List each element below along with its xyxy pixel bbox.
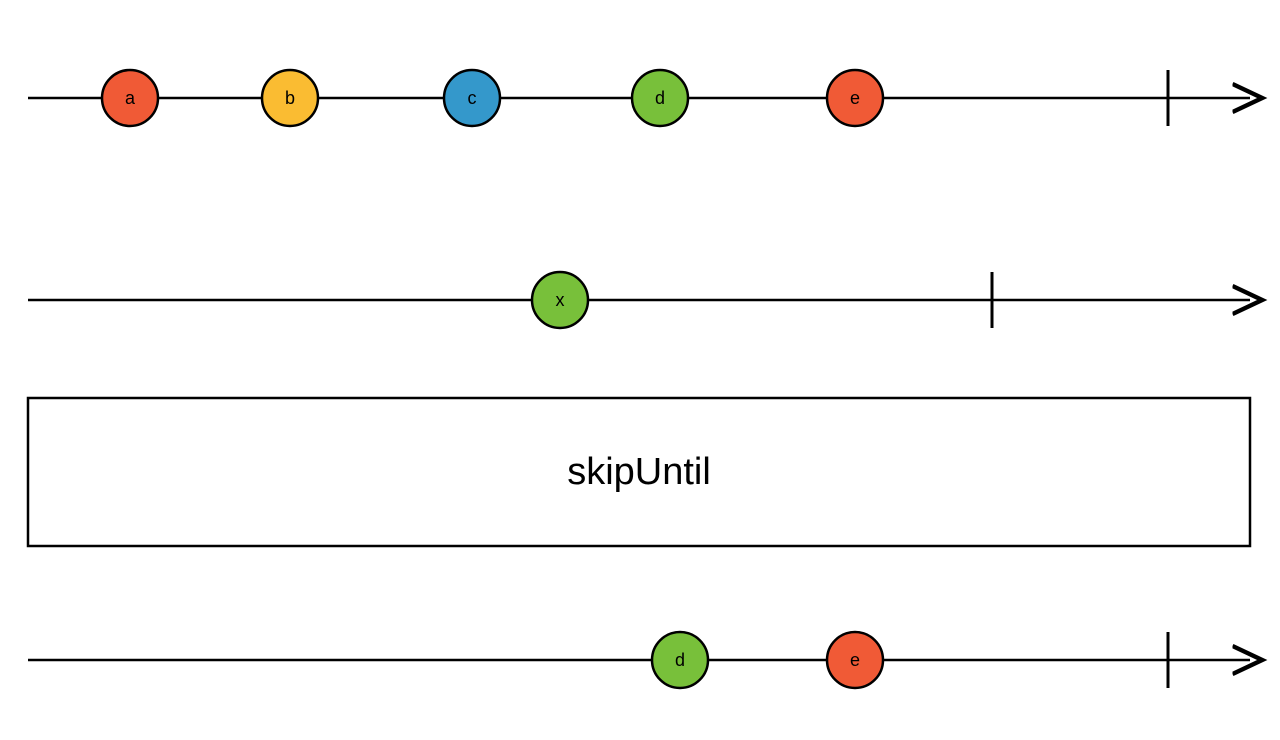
marble-source-d: d xyxy=(632,70,688,126)
marble-label: e xyxy=(850,88,860,108)
marble-source-b: b xyxy=(262,70,318,126)
marble-source-a: a xyxy=(102,70,158,126)
marble-notifier-x: x xyxy=(532,272,588,328)
marble-diagram: a b c d e x d e skipUntil xyxy=(0,0,1280,740)
marble-label: x xyxy=(556,290,565,310)
marble-source-c: c xyxy=(444,70,500,126)
marble-output-d: d xyxy=(652,632,708,688)
marble-label: c xyxy=(468,88,477,108)
marble-label: e xyxy=(850,650,860,670)
marble-source-e: e xyxy=(827,70,883,126)
marble-output-e: e xyxy=(827,632,883,688)
marble-label: b xyxy=(285,88,295,108)
marble-label: d xyxy=(655,88,665,108)
operator-label: skipUntil xyxy=(567,451,711,493)
marble-label: a xyxy=(125,88,136,108)
marble-label: d xyxy=(675,650,685,670)
